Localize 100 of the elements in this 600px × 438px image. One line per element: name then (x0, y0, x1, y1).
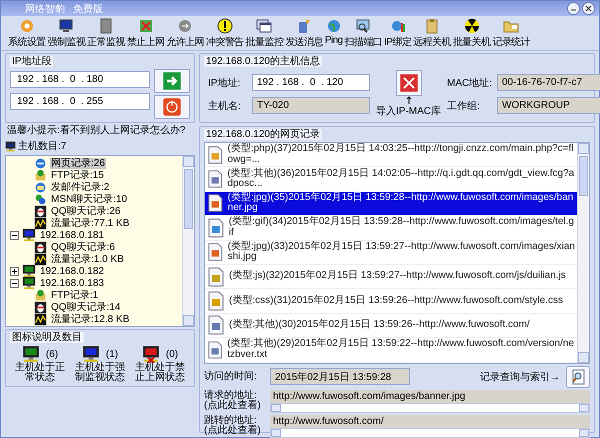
scrollbar[interactable] (270, 428, 590, 438)
toolbar-button[interactable]: 批量关机 (452, 18, 492, 49)
time-field[interactable]: 2015年02月15日 13:59:28 (270, 368, 410, 386)
toolbar-button[interactable]: IP绑定 (383, 18, 412, 49)
toolbar-button[interactable]: 禁止上网 (126, 18, 166, 49)
start-button[interactable] (154, 69, 190, 93)
arrow-right-icon (162, 71, 182, 91)
search-label: 记录查询与索引→ (480, 370, 560, 384)
toolbar-button[interactable]: 允许上网 (165, 18, 206, 49)
ip-field[interactable]: 192 . 168 . 0 . 120 (252, 74, 370, 91)
host-count: (6) (46, 348, 58, 360)
power-icon (162, 97, 182, 117)
record-row[interactable]: (类型:gif)(34)2015年02月15日 13:59:28--http://www.fuwosoft.com/images/tel.gif (205, 216, 577, 241)
group-title: 192.168.0.120的网页记录 (204, 129, 322, 140)
scrollbar[interactable] (182, 156, 194, 326)
tip-link[interactable]: 温馨小提示:看不到别人上网记录怎么办? (5, 125, 195, 137)
tree-item[interactable]: 192.168.0.182 (39, 266, 105, 276)
minimize-button[interactable] (567, 2, 580, 15)
file-icon (207, 193, 224, 214)
toolbar-button[interactable]: 正常监视 (86, 18, 126, 49)
hostname-field[interactable]: TY-020 (252, 97, 370, 114)
record-row[interactable]: (类型:php)(37)2015年02月15日 14:03:25--http://tongji.cnzz.com/main.php?c=flowg=... (205, 143, 577, 168)
start-ip-field[interactable]: 192 . 168 . 0 . 180 (10, 71, 150, 88)
field-label: 跳转的地址: (点此处查看) (204, 416, 262, 436)
monitor-icon (58, 18, 74, 34)
file-icon (207, 340, 224, 360)
group-title: IP地址段 (10, 56, 54, 67)
panel-icon (98, 18, 114, 34)
scrollbar[interactable] (270, 402, 590, 413)
import-button[interactable] (396, 70, 422, 96)
tree-item[interactable]: QQ聊天记录:26 (50, 206, 122, 216)
file-icon (207, 266, 225, 287)
mail-icon (34, 180, 47, 194)
search-button[interactable] (566, 366, 590, 388)
toolbar-button[interactable]: 扫描端口 (344, 18, 384, 49)
toolbar-button[interactable]: 发送消息 (284, 18, 324, 49)
tree-item[interactable]: 流量记录:1.0 KB (50, 254, 125, 264)
record-row[interactable]: (类型:js)(32)2015年02月15日 13:59:27--http://www.fuwosoft.com/js/duilian.js (205, 264, 577, 290)
message-icon (296, 18, 312, 34)
end-ip-field[interactable]: 192 . 168 . 0 . 255 (10, 93, 150, 110)
legend-label: 主机处于正常状态 (14, 363, 66, 383)
workgroup-field[interactable]: WORKGROUP (497, 97, 600, 114)
arrow-up-icon (406, 96, 412, 104)
record-row[interactable]: (类型:jpg)(33)2015年02月15日 13:59:27--http://www.fuwosoft.com/images/xianshi.jpg (205, 240, 577, 265)
tree-item[interactable]: 流量记录:12.8 KB (50, 314, 130, 324)
file-icon (207, 144, 224, 165)
record-row[interactable]: (类型:其他)(36)2015年02月15日 14:02:05--http://q.i.gdt.qq.com/gdt_view.fcg?adposc... (205, 167, 577, 192)
ftp-icon (34, 288, 47, 302)
file-icon (207, 291, 225, 312)
field-label: 请求的地址: (点此处查看) (204, 391, 262, 412)
tree-item[interactable]: 流量记录:77.1 KB (50, 218, 130, 228)
host-count: (0) (166, 348, 178, 360)
penguin-icon (34, 204, 47, 218)
windows-icon (256, 18, 272, 34)
computer-icon (22, 276, 36, 290)
tree-item[interactable]: FTP记录:1 (50, 290, 100, 300)
toolbar-button[interactable]: 记录统计 (491, 18, 531, 49)
request-url-field[interactable]: http://www.fuwosoft.com/images/banner.jpg (270, 390, 590, 403)
redirect-url-field[interactable]: http://www.fuwosoft.com/ (270, 414, 590, 428)
tree-item[interactable]: QQ聊天记录:6 (50, 242, 116, 252)
record-row[interactable]: (类型:其他)(30)2015年02月15日 13:59:26--http://www.fuwosoft.com/ (205, 314, 577, 338)
window-title: 网络智豹 (25, 2, 65, 16)
tree-item[interactable]: QQ聊天记录:14 (50, 302, 122, 312)
record-row[interactable]: (类型:css)(31)2015年02月15日 13:59:26--http://www.fuwosoft.com/style.css (205, 289, 577, 314)
minus-icon[interactable] (10, 230, 19, 240)
tree-item[interactable]: MSN聊天记录:10 (50, 194, 128, 204)
toolbar-button[interactable]: 批量监控 (244, 18, 284, 49)
toolbar-button[interactable]: 远程关机 (412, 18, 452, 49)
mac-field[interactable]: 00-16-76-70-f7-c7 (497, 74, 600, 91)
record-row[interactable]: (类型:其他)(29)2015年02月15日 13:59:22--http://www.fuwosoft.com/version/netzbver.txt (205, 338, 577, 363)
file-icon (207, 315, 225, 336)
record-row[interactable]: (类型:jpg)(35)2015年02月15日 13:59:28--http://www.fuwosoft.com/images/banner.jpg (205, 192, 577, 216)
field-label: IP地址: (208, 76, 242, 90)
globe-icon (326, 18, 342, 34)
file-icon (207, 218, 225, 238)
edition-label: 免费版 (73, 2, 103, 16)
toolbar-button[interactable]: Ping (324, 18, 344, 49)
plus-icon[interactable] (10, 266, 19, 276)
field-label: 工作组: (447, 100, 481, 112)
tree-item[interactable]: 网页记录:26 (50, 158, 106, 168)
toolbar-button[interactable]: 强制监视 (46, 18, 86, 49)
tree-item[interactable]: 192.168.0.181 (39, 230, 105, 240)
close-button[interactable] (582, 2, 595, 15)
scrollbar[interactable] (577, 143, 589, 363)
search-icon (570, 368, 586, 385)
penguin-icon (34, 240, 47, 254)
close-icon (585, 5, 592, 12)
computer-icon (5, 140, 16, 152)
toolbar-button[interactable]: 系统设置 (7, 18, 47, 49)
scan-icon (355, 18, 372, 34)
host-count: 主机数目:7 (18, 140, 66, 153)
minus-icon[interactable] (10, 278, 19, 288)
tree-item[interactable]: 192.168.0.183 (39, 278, 105, 288)
stop-button[interactable] (154, 95, 190, 119)
toolbar-button[interactable]: 冲突警告 (205, 18, 245, 49)
clipboard-icon (424, 18, 440, 34)
warning-icon (216, 18, 233, 34)
computer-icon (22, 264, 36, 278)
tree-item[interactable]: FTP记录:15 (50, 170, 105, 180)
tree-item[interactable]: 发邮件记录:2 (50, 182, 110, 192)
